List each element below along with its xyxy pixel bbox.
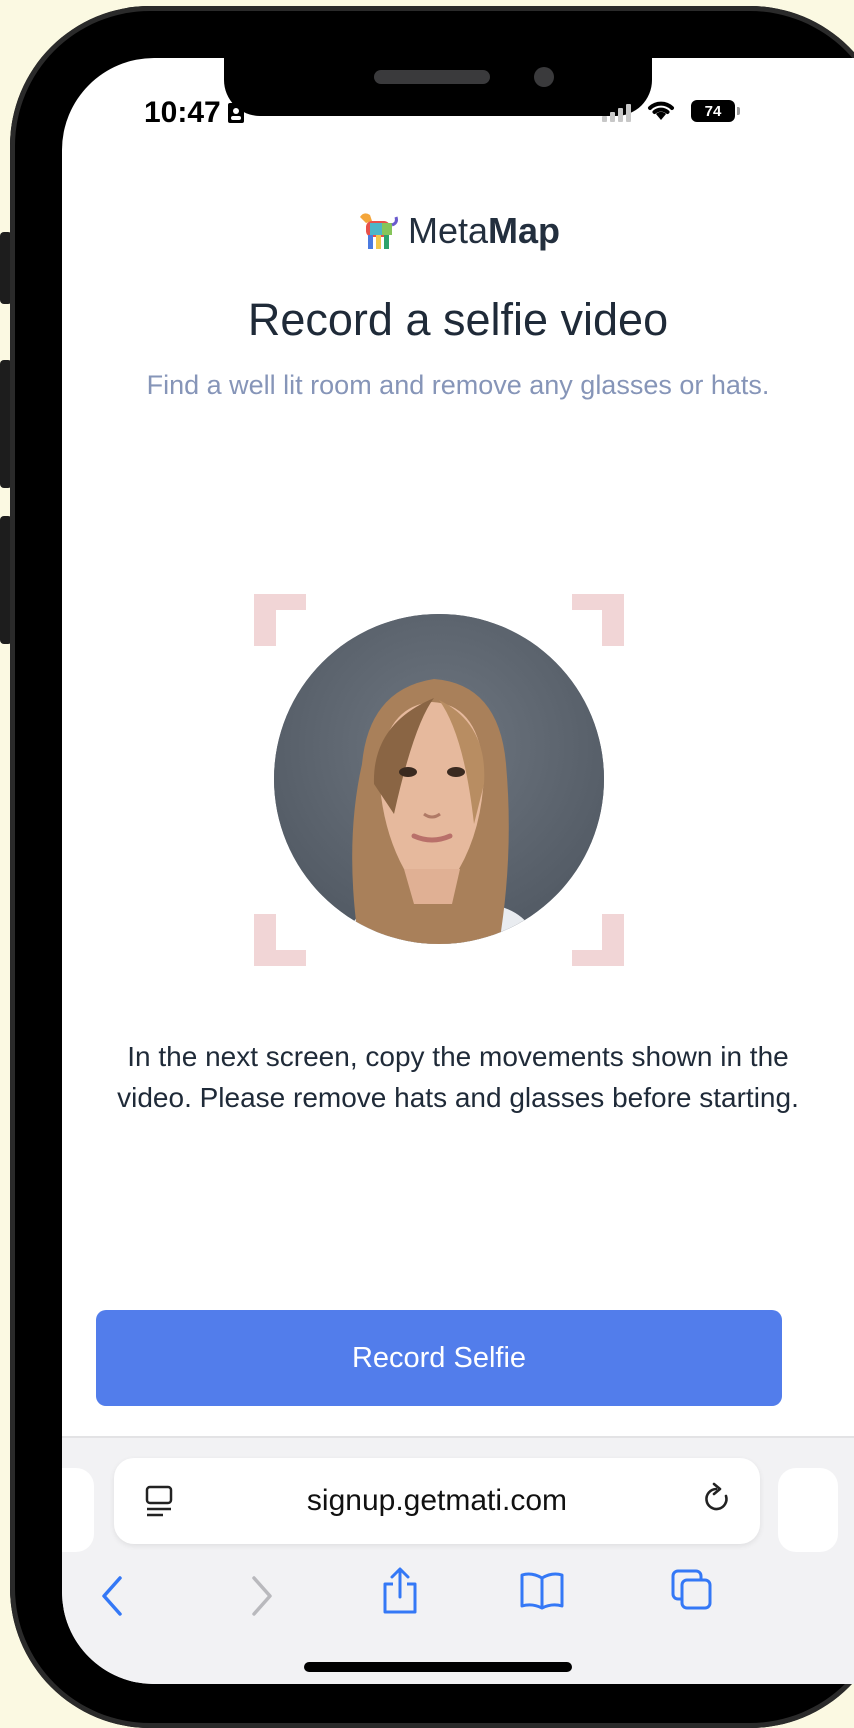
wifi-icon	[648, 101, 674, 120]
dog-logo-icon	[359, 213, 398, 249]
battery-level: 74	[704, 102, 722, 120]
home-indicator	[304, 1662, 572, 1672]
url-text[interactable]: signup.getmati.com	[114, 1484, 760, 1518]
reload-icon[interactable]	[702, 1482, 734, 1518]
tabs-icon[interactable]	[670, 1568, 714, 1612]
share-icon[interactable]	[380, 1566, 420, 1616]
address-bar[interactable]: signup.getmati.com	[114, 1458, 760, 1544]
instructions-text: In the next screen, copy the movements s…	[117, 1041, 799, 1113]
safari-toolbar: signup.getmati.com	[62, 1436, 854, 1684]
metamap-logo: MetaMap	[62, 210, 854, 252]
frame-corner-bottom-right	[572, 914, 624, 966]
frame-corner-top-right	[572, 594, 624, 646]
forward-icon[interactable]	[248, 1574, 276, 1618]
status-time-label: 10:47	[144, 96, 221, 129]
phone-screen: 10:47 74 MetaMap Record a selfie video F…	[62, 58, 854, 1684]
previous-tab-preview[interactable]	[62, 1468, 94, 1552]
next-tab-preview[interactable]	[778, 1468, 838, 1552]
front-camera	[534, 67, 554, 87]
notch	[224, 58, 652, 116]
contact-card-icon	[227, 103, 244, 123]
selfie-example-video	[274, 614, 604, 944]
record-selfie-button[interactable]: Record Selfie	[96, 1310, 782, 1406]
speaker-grille	[374, 70, 490, 84]
bookmarks-icon[interactable]	[518, 1570, 566, 1612]
selfie-preview-frame	[254, 594, 624, 966]
frame-corner-bottom-left	[254, 914, 306, 966]
status-time: 10:47	[144, 96, 245, 130]
battery-icon: 74	[691, 100, 740, 122]
page-title: Record a selfie video	[247, 294, 669, 345]
back-icon[interactable]	[98, 1574, 126, 1618]
brand-name: MetaMap	[407, 210, 561, 251]
signal-icon	[602, 100, 631, 122]
person-illustration	[274, 614, 604, 944]
status-icons: 74	[602, 100, 740, 122]
frame-corner-top-left	[254, 594, 306, 646]
page-subtitle: Find a well lit room and remove any glas…	[146, 370, 770, 400]
